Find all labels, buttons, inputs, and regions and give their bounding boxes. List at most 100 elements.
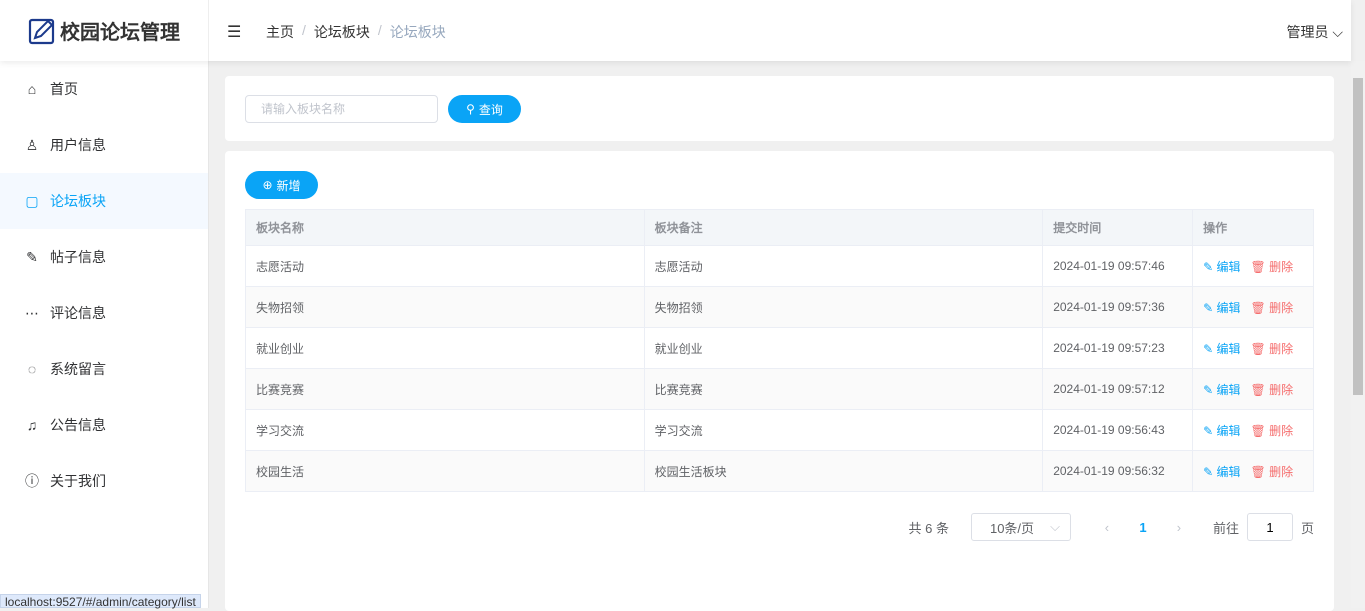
page-size-value: 10条/页 — [989, 520, 1035, 536]
sidebar-item-label: 评论信息 — [50, 305, 106, 321]
scrollbar-thumb[interactable] — [1353, 78, 1363, 395]
sidebar-item-about[interactable]: ⓘ 关于我们 — [0, 453, 208, 509]
edit-button[interactable]: ✎ 编辑 — [1203, 260, 1240, 274]
cell-actions: ✎ 编辑 🗑 删除 — [1192, 368, 1314, 410]
header: 校园论坛管理 ☰ 主页 / 论坛板块 / 论坛板块 管理员 ⌵ — [0, 0, 1351, 61]
sidebar-item-label: 用户信息 — [50, 137, 106, 153]
sidebar-item-label: 论坛板块 — [50, 193, 106, 209]
edit-button[interactable]: ✎ 编辑 — [1203, 383, 1240, 397]
edit-label: 编辑 — [1216, 382, 1241, 397]
edit-label: 编辑 — [1216, 464, 1241, 479]
delete-button[interactable]: 🗑 删除 — [1251, 301, 1294, 315]
goto-label: 前往 — [1212, 520, 1239, 536]
sidebar-item-label: 帖子信息 — [50, 249, 106, 265]
home-icon: ⌂ — [27, 81, 37, 97]
edit-icon: ✎ — [26, 248, 38, 265]
trash-icon: 🗑 — [1250, 300, 1266, 315]
menu-fold-icon[interactable]: ☰ — [227, 22, 241, 42]
search-button-label: 查询 — [478, 102, 503, 117]
table-row: 校园生活 校园生活板块 2024-01-19 09:56:32 ✎ 编辑 🗑 删除 — [245, 450, 1314, 492]
sidebar-item-users[interactable]: ♙ 用户信息 — [0, 117, 208, 173]
pen-logo-icon — [28, 18, 55, 44]
sidebar-item-comments[interactable]: ⋯ 评论信息 — [0, 285, 208, 341]
edit-icon: ✎ — [1203, 464, 1214, 479]
sidebar: ⌂ 首页 ♙ 用户信息 ▢ 论坛板块 ✎ 帖子信息 ⋯ 评论信息 ◌ 系统留言 ♫ 公告信息 … — [0, 61, 209, 608]
edit-icon: ✎ — [1203, 300, 1214, 315]
delete-button[interactable]: 🗑 删除 — [1251, 260, 1294, 274]
chevron-down-icon: ⌵ — [1332, 24, 1343, 40]
comment-icon: ⋯ — [25, 304, 39, 321]
sidebar-item-home[interactable]: ⌂ 首页 — [0, 61, 208, 117]
page-number[interactable]: 1 — [1129, 520, 1157, 535]
table-card: ⊕ 新增 板块名称 板块备注 提交时间 操作 志愿活动 志愿活动 2024-01-19… — [225, 151, 1334, 611]
edit-icon: ✎ — [1203, 382, 1214, 397]
trash-icon: 🗑 — [1250, 464, 1266, 479]
cell-name: 失物招领 — [245, 286, 645, 328]
delete-button[interactable]: 🗑 删除 — [1251, 465, 1294, 479]
delete-label: 删除 — [1269, 464, 1294, 479]
delete-button[interactable]: 🗑 删除 — [1251, 342, 1294, 356]
sidebar-item-notices[interactable]: ♫ 公告信息 — [0, 397, 208, 453]
cell-name: 校园生活 — [245, 450, 645, 492]
bell-icon: ♫ — [26, 417, 38, 433]
column-header-actions: 操作 — [1192, 209, 1314, 246]
sidebar-item-messages[interactable]: ◌ 系统留言 — [0, 341, 208, 397]
cell-time: 2024-01-19 09:57:12 — [1042, 368, 1194, 410]
scrollbar[interactable] — [1351, 61, 1365, 608]
edit-button[interactable]: ✎ 编辑 — [1203, 301, 1240, 315]
trash-icon: 🗑 — [1250, 341, 1266, 356]
cell-actions: ✎ 编辑 🗑 删除 — [1192, 409, 1314, 451]
breadcrumb-current: 论坛板块 — [389, 24, 446, 40]
total-count: 共 6 条 — [908, 520, 949, 536]
edit-button[interactable]: ✎ 编辑 — [1203, 465, 1240, 479]
search-icon: ⚲ — [466, 102, 475, 116]
cell-remark: 失物招领 — [643, 286, 1044, 328]
cell-remark: 学习交流 — [643, 409, 1044, 451]
cell-name: 比赛竞赛 — [245, 368, 645, 410]
cell-remark: 志愿活动 — [643, 245, 1044, 287]
sidebar-item-posts[interactable]: ✎ 帖子信息 — [0, 229, 208, 285]
delete-button[interactable]: 🗑 删除 — [1251, 424, 1294, 438]
add-button[interactable]: ⊕ 新增 — [245, 171, 318, 199]
add-button-label: 新增 — [276, 178, 301, 193]
table-row: 志愿活动 志愿活动 2024-01-19 09:57:46 ✎ 编辑 🗑 删除 — [245, 245, 1314, 287]
user-menu[interactable]: 管理员 ⌵ — [1286, 22, 1343, 42]
sidebar-item-category[interactable]: ▢ 论坛板块 — [0, 173, 208, 229]
delete-label: 删除 — [1269, 382, 1294, 397]
cell-time: 2024-01-19 09:56:43 — [1042, 409, 1194, 451]
delete-label: 删除 — [1269, 423, 1294, 438]
app-title: 校园论坛管理 — [60, 22, 180, 44]
cell-time: 2024-01-19 09:57:46 — [1042, 245, 1194, 287]
breadcrumb: 主页 / 论坛板块 / 论坛板块 — [266, 22, 446, 42]
logo[interactable]: 校园论坛管理 — [0, 0, 209, 61]
next-page-button[interactable]: › — [1165, 520, 1193, 535]
category-name-search-input[interactable] — [245, 95, 438, 123]
prev-page-button[interactable]: ‹ — [1093, 520, 1121, 535]
table-row: 就业创业 就业创业 2024-01-19 09:57:23 ✎ 编辑 🗑 删除 — [245, 327, 1314, 369]
table-row: 失物招领 失物招领 2024-01-19 09:57:36 ✎ 编辑 🗑 删除 — [245, 286, 1314, 328]
page-size-select[interactable]: 10条/页 ⌵ — [970, 513, 1071, 541]
edit-button[interactable]: ✎ 编辑 — [1203, 424, 1240, 438]
breadcrumb-section: 论坛板块 — [313, 24, 370, 40]
cell-name: 就业创业 — [245, 327, 645, 369]
message-icon: ◌ — [27, 361, 37, 377]
cell-time: 2024-01-19 09:57:36 — [1042, 286, 1194, 328]
column-header-name: 板块名称 — [245, 209, 645, 246]
delete-label: 删除 — [1269, 259, 1294, 274]
sidebar-item-label: 关于我们 — [50, 473, 106, 489]
user-icon: ♙ — [25, 136, 39, 153]
edit-icon: ✎ — [1203, 423, 1214, 438]
edit-icon: ✎ — [1203, 341, 1214, 356]
breadcrumb-home[interactable]: 主页 — [266, 22, 294, 42]
cell-remark: 比赛竞赛 — [643, 368, 1044, 410]
user-name: 管理员 — [1286, 24, 1329, 40]
edit-icon: ✎ — [1203, 259, 1214, 274]
delete-button[interactable]: 🗑 删除 — [1251, 383, 1294, 397]
goto-page-input[interactable] — [1246, 513, 1293, 541]
page-suffix: 页 — [1300, 520, 1314, 536]
cell-time: 2024-01-19 09:57:23 — [1042, 327, 1194, 369]
trash-icon: 🗑 — [1250, 382, 1266, 397]
search-button[interactable]: ⚲ 查询 — [448, 95, 521, 123]
edit-button[interactable]: ✎ 编辑 — [1203, 342, 1240, 356]
status-bar-url: localhost:9527/#/admin/category/list — [0, 594, 201, 609]
